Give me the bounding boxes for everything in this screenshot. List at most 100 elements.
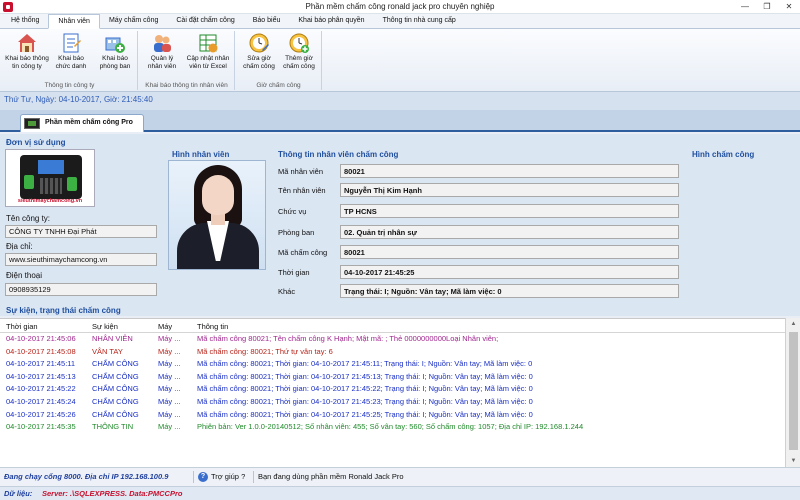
event-info-cell: Mã chấm công: 80021; Thời gian: 04-10-20…: [197, 409, 533, 419]
event-info-cell: Mã chấm công: 80021; Thời gian: 04-10-20…: [197, 371, 533, 381]
attendance-id-field: 80021: [340, 245, 679, 259]
event-row[interactable]: 04-10-2017 21:45:24 CHẤM CÔNG Máy ... Mã ch…: [0, 396, 785, 408]
tab-may-cham-cong[interactable]: Máy chấm công: [100, 14, 167, 28]
attendance-device-image: [20, 155, 82, 199]
manage-employees-button[interactable]: Quản lý nhân viên: [139, 32, 185, 70]
event-time-cell: 04-10-2017 21:45:22: [6, 384, 76, 394]
company-info-label-1: Khai báo thông: [5, 55, 49, 62]
position-label: Chức vụ: [278, 207, 307, 216]
document-tab-strip: Phần mềm chấm công Pro: [0, 110, 800, 132]
ribbon-panel: Khai báo thông tin công ty Khai báo chức…: [0, 29, 800, 92]
event-info-cell: Mã chấm công: 80021; Thời gian: 04-10-20…: [197, 397, 533, 406]
event-type-cell: CHẤM CÔNG: [92, 359, 139, 369]
event-info-cell: Mã chấm công 80021; Tên chấm công K Hạnh…: [197, 334, 499, 343]
employee-info-title: Thông tin nhân viên chấm công: [278, 150, 399, 159]
event-machine-cell: Máy ...: [158, 422, 181, 432]
event-machine-cell: Máy ...: [158, 397, 181, 406]
column-header-event[interactable]: Sự kiện: [92, 322, 118, 331]
address-label: Địa chỉ:: [6, 242, 33, 251]
ribbon-tab-bar: Hệ thống Nhân viên Máy chấm công Cài đặt…: [0, 14, 800, 29]
tab-bao-bieu[interactable]: Báo biểu: [244, 14, 290, 28]
event-info-cell: Phiên bản: Ver 1.0.0-20140512; Số nhân v…: [197, 422, 584, 432]
import-excel-button[interactable]: Cập nhật nhân viên từ Excel: [183, 32, 233, 70]
add-attendance-label-1: Thêm giờ: [285, 55, 313, 62]
tab-nhan-vien[interactable]: Nhân viên: [48, 14, 100, 29]
event-time-cell: 04-10-2017 21:45:11: [6, 359, 76, 369]
job-title-button[interactable]: Khai báo chức danh: [48, 32, 94, 70]
group-label-employee: Khai báo thông tin nhân viên: [145, 82, 228, 89]
column-header-machine[interactable]: Máy: [158, 322, 172, 331]
window-title: Phần mềm chấm công ronald jack pro chuyê…: [305, 2, 495, 11]
department-label: Phòng ban: [278, 228, 315, 237]
events-scrollbar[interactable]: ▲ ▼: [785, 318, 800, 467]
department-icon: [105, 37, 125, 53]
column-header-time[interactable]: Thời gian: [6, 322, 38, 331]
event-row[interactable]: 04-10-2017 21:45:22 CHẤM CÔNG Máy ... Mã ch…: [0, 383, 785, 395]
events-section-title: Sự kiện, trạng thái chấm công: [6, 306, 121, 315]
import-excel-label-1: Cập nhật nhân: [186, 55, 230, 62]
department-label-2: phòng ban: [99, 62, 131, 70]
clock-add-icon: [289, 33, 309, 53]
main-panel: Đơn vị sử dụng sieuthimaychamcong.vn Tên…: [0, 134, 800, 316]
scroll-up-icon[interactable]: ▲: [786, 318, 800, 330]
import-excel-label-2: viên từ Excel: [189, 62, 227, 70]
department-field: 02. Quản trị nhân sự: [340, 225, 679, 239]
events-table: Thời gian Sự kiện Máy Thông tin 04-10-20…: [0, 318, 785, 467]
event-row[interactable]: 04-10-2017 21:45:11 CHẤM CÔNG Máy ... Mã ch…: [0, 358, 785, 370]
employee-id-field: 80021: [340, 164, 679, 178]
column-header-info[interactable]: Thông tin: [197, 322, 228, 331]
phone-label: Điện thoại: [6, 271, 43, 280]
maximize-button[interactable]: ❐: [756, 0, 778, 14]
manage-employees-label-2: nhân viên: [147, 62, 177, 70]
people-icon: [154, 35, 171, 52]
event-row[interactable]: 04-10-2017 21:45:13 CHẤM CÔNG Máy ... Mã ch…: [0, 371, 785, 383]
event-row[interactable]: 04-10-2017 21:45:26 CHẤM CÔNG Máy ... Mã ch…: [0, 409, 785, 421]
close-button[interactable]: ✕: [778, 0, 800, 14]
event-row[interactable]: 04-10-2017 21:45:08 VÂN TAY Máy ... Mã chấm…: [0, 346, 785, 358]
event-machine-cell: Máy ...: [158, 359, 181, 369]
tab-khai-bao-phan-quyen[interactable]: Khai báo phân quyền: [289, 14, 373, 28]
scroll-thumb[interactable]: [789, 332, 798, 450]
excel-import-icon: [199, 34, 218, 53]
position-field: TP HCNS: [340, 204, 679, 218]
scroll-down-icon[interactable]: ▼: [786, 455, 800, 467]
event-type-cell: VÂN TAY: [92, 346, 123, 356]
title-bar: Phần mềm chấm công ronald jack pro chuyê…: [0, 0, 800, 14]
attendance-image-title: Hình chấm công: [692, 150, 755, 159]
company-name-label: Tên công ty:: [6, 214, 51, 223]
minimize-button[interactable]: —: [734, 0, 756, 14]
event-info-cell: Mã chấm công: 80021; Thời gian: 04-10-20…: [197, 359, 533, 369]
help-icon[interactable]: ?: [198, 472, 208, 482]
company-info-button[interactable]: Khai báo thông tin công ty: [4, 32, 50, 70]
event-machine-cell: Máy ...: [158, 346, 181, 356]
event-row[interactable]: 04-10-2017 21:45:06 NHÂN VIÊN Máy ... Mã ch…: [0, 333, 785, 345]
time-label: Thời gian: [278, 268, 310, 277]
event-type-cell: NHÂN VIÊN: [92, 334, 133, 343]
employee-name-field: Nguyễn Thị Kim Hạnh: [340, 183, 679, 197]
event-time-cell: 04-10-2017 21:45:06: [6, 334, 76, 343]
department-button[interactable]: Khai báo phòng ban: [92, 32, 138, 70]
event-machine-cell: Máy ...: [158, 384, 181, 394]
group-attendance-time: Sửa giờ chấm công Thêm giờ chấm công Giờ…: [236, 31, 322, 90]
event-time-cell: 04-10-2017 21:45:13: [6, 371, 76, 381]
event-info-cell: Mã chấm công: 80021; Thứ tự vân tay: 6: [197, 346, 333, 356]
event-type-cell: CHẤM CÔNG: [92, 371, 139, 381]
add-attendance-label-2: chấm công: [283, 62, 315, 70]
logo-caption: sieuthimaychamcong.vn: [17, 198, 83, 204]
help-link[interactable]: Trợ giúp ?: [211, 472, 245, 481]
data-source-bar: Dữ liệu: Server: .\SQLEXPRESS. Data:PMCC…: [0, 486, 800, 500]
attendance-id-label: Mã chấm công: [278, 248, 328, 257]
document-tab-label: Phần mềm chấm công Pro: [45, 119, 133, 126]
other-label: Khác: [278, 287, 296, 296]
document-tab[interactable]: Phần mềm chấm công Pro: [20, 114, 144, 132]
job-title-label-2: chức danh: [55, 62, 87, 70]
data-source-value: Server: .\SQLEXPRESS. Data:PMCCPro: [42, 489, 183, 498]
job-title-label-1: Khai báo: [58, 55, 84, 62]
event-row[interactable]: 04-10-2017 21:45:35 THÔNG TIN Máy ... Phiên…: [0, 421, 785, 433]
tab-thong-tin-nha-cung-cap[interactable]: Thông tin nhà cung cấp: [374, 14, 465, 28]
tab-cai-dat-cham-cong[interactable]: Cài đặt chấm công: [167, 14, 243, 28]
event-time-cell: 04-10-2017 21:45:26: [6, 409, 76, 419]
add-attendance-button[interactable]: Thêm giờ chấm công: [276, 32, 322, 70]
manage-employees-label-1: Quản lý: [150, 55, 174, 62]
tab-he-thong[interactable]: Hệ thống: [2, 14, 48, 28]
